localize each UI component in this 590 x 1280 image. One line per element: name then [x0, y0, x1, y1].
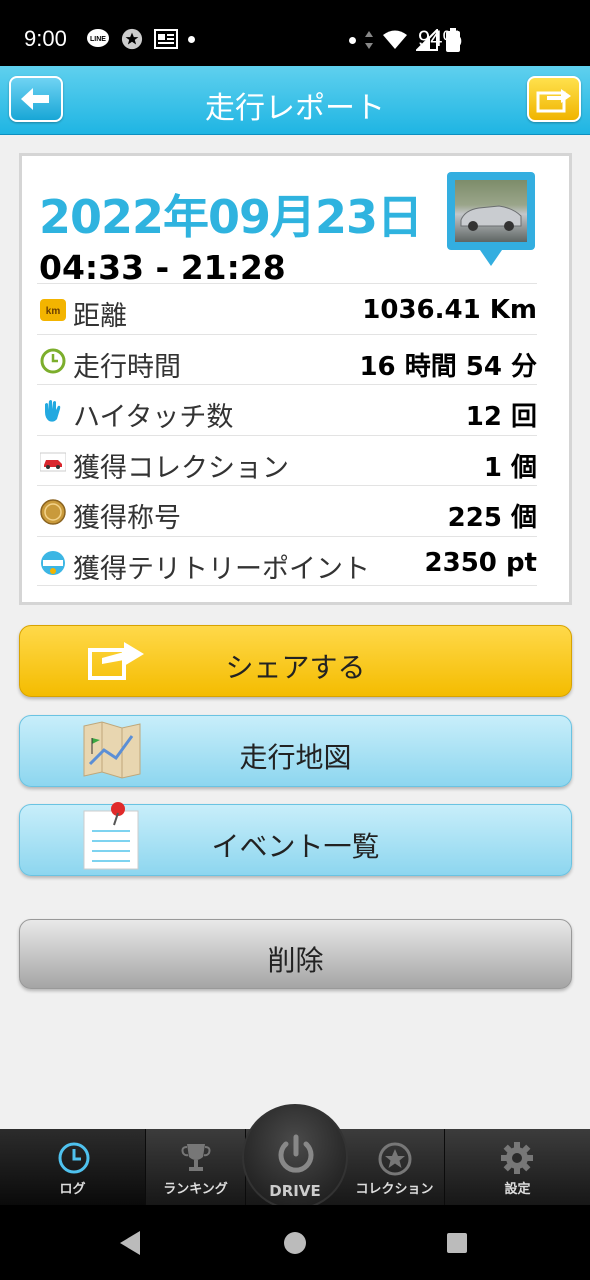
- nav-back-icon[interactable]: [120, 1231, 140, 1255]
- car-photo: [455, 180, 527, 242]
- tab-label: 設定: [504, 1182, 531, 1197]
- car-card-icon: [40, 452, 66, 471]
- app-header: 走行レポート: [0, 66, 590, 135]
- trophy-icon: [181, 1144, 211, 1171]
- tab-label: ランキング: [163, 1182, 228, 1197]
- notification-icons: LINE: [86, 28, 195, 50]
- star-icon: [378, 1142, 412, 1176]
- map-pin-pointer: [480, 250, 502, 266]
- stat-label: 獲得テリトリーポイント: [73, 553, 370, 585]
- wifi-icon: [383, 30, 407, 49]
- event-list-button[interactable]: イベント一覧: [19, 802, 572, 876]
- share-button[interactable]: シェアする: [19, 625, 572, 697]
- clock-icon: [40, 348, 66, 373]
- car-photo-badge[interactable]: [447, 172, 535, 266]
- tab-log[interactable]: ログ: [0, 1129, 146, 1205]
- stat-label: ハイタッチ数: [73, 402, 234, 433]
- report-card: 2022年09月23日 04:33 - 21:28 km 距離 1036.41 …: [19, 153, 572, 605]
- stat-label: 獲得称号: [73, 503, 181, 534]
- status-time: 9:00: [24, 26, 67, 51]
- share-button-label: シェアする: [225, 651, 366, 684]
- report-date: 2022年09月23日: [39, 190, 423, 244]
- stat-label: 獲得コレクション: [73, 452, 289, 484]
- stat-value: 2350 pt: [424, 547, 537, 578]
- page-title: 走行レポート: [205, 91, 385, 126]
- power-icon: [278, 1134, 314, 1173]
- stat-row-collection: 獲得コレクション 1 個: [37, 434, 537, 486]
- report-time-range: 04:33 - 21:28: [39, 248, 286, 287]
- stat-value: 1 個: [483, 452, 537, 483]
- tab-settings[interactable]: 設定: [445, 1129, 590, 1205]
- title-medal-icon: [40, 499, 66, 525]
- notification-dot: [188, 35, 195, 43]
- stat-label: 走行時間: [73, 351, 181, 383]
- star-notification-icon: [121, 28, 143, 50]
- stat-label: 距離: [73, 301, 127, 332]
- svg-text:LINE: LINE: [90, 36, 106, 43]
- driving-map-button[interactable]: 走行地図: [19, 715, 572, 787]
- notification-dot: [349, 36, 356, 44]
- stat-value: 225 個: [447, 503, 537, 533]
- battery-percentage: 94%: [418, 26, 463, 51]
- stat-value: 12 回: [465, 402, 537, 432]
- tab-label: ログ: [59, 1182, 86, 1197]
- stat-row-territory: 獲得テリトリーポイント 2350 pt: [37, 535, 537, 586]
- stat-value: 16 時間 54 分: [359, 351, 537, 382]
- stat-row-driving-time: 走行時間 16 時間 54 分: [37, 333, 537, 385]
- share-arrow-icon: [536, 89, 571, 113]
- header-share-button[interactable]: [527, 76, 581, 122]
- nav-recents-icon[interactable]: [447, 1233, 467, 1253]
- svg-text:km: km: [46, 306, 61, 317]
- clock-icon: [58, 1142, 90, 1174]
- km-icon: km: [40, 299, 66, 321]
- stat-value: 1036.41 Km: [362, 295, 537, 325]
- delete-button-label: 削除: [267, 944, 324, 977]
- drive-button[interactable]: DRIVE: [242, 1104, 348, 1210]
- status-bar: 9:00 LINE 94%: [0, 0, 590, 66]
- tab-ranking[interactable]: ランキング: [146, 1129, 246, 1205]
- gear-icon: [501, 1142, 533, 1174]
- tab-label: コレクション: [355, 1182, 434, 1197]
- hi-touch-hand-icon: [45, 400, 61, 422]
- delete-button[interactable]: 削除: [19, 919, 572, 989]
- line-icon: LINE: [87, 29, 109, 47]
- tab-collection[interactable]: コレクション: [345, 1129, 445, 1205]
- drive-label: DRIVE: [269, 1182, 321, 1200]
- news-icon: [154, 29, 178, 49]
- data-arrows-icon: [365, 31, 373, 49]
- stat-row-hi-touch: ハイタッチ数 12 回: [37, 384, 537, 435]
- stats-list: km 距離 1036.41 Km 走行時間 16 時間 54 分 ハイタッチ数 …: [37, 283, 537, 586]
- driving-map-label: 走行地図: [239, 741, 352, 774]
- nav-home-icon[interactable]: [284, 1232, 306, 1254]
- system-nav-bar: [0, 1205, 590, 1280]
- stat-row-distance: km 距離 1036.41 Km: [37, 283, 537, 334]
- spot-badge-icon: [41, 550, 65, 575]
- event-list-label: イベント一覧: [211, 830, 380, 863]
- stat-row-titles: 獲得称号 225 個: [37, 485, 537, 536]
